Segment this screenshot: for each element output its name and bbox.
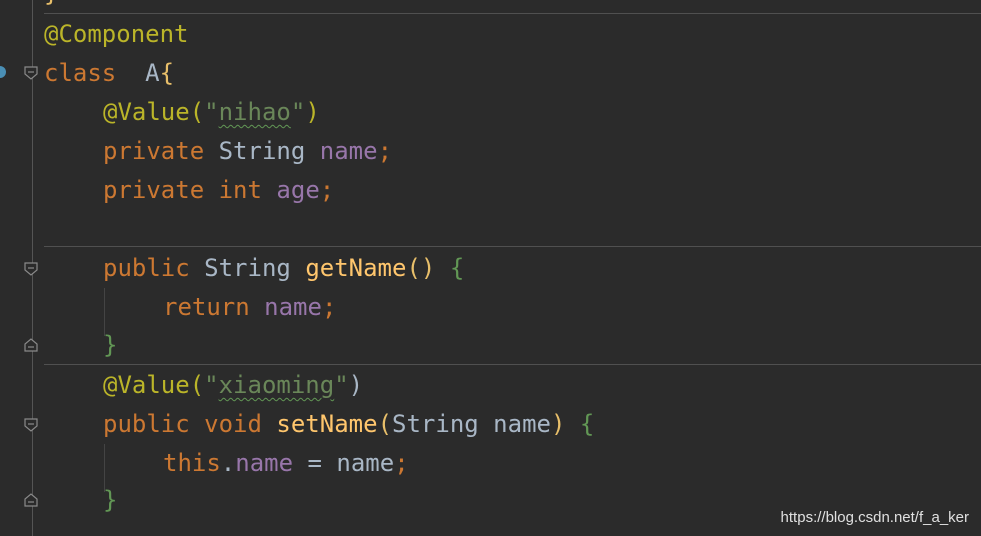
- code-line: public String getName() {: [103, 249, 464, 288]
- keyword-token: public: [103, 410, 190, 438]
- code-line: }: [103, 481, 117, 520]
- brace-token: {: [579, 410, 595, 438]
- method-name-token: getName: [305, 254, 407, 282]
- fold-close-icon[interactable]: [24, 493, 38, 507]
- keyword-token: this: [163, 449, 221, 477]
- semicolon-token: ;: [319, 176, 335, 204]
- paren-token: (): [406, 254, 436, 282]
- annotation-token: @Component: [44, 20, 189, 48]
- operator-token: =: [293, 449, 337, 477]
- code-line: public void setName(String name) {: [103, 405, 594, 444]
- string-token: nihao: [218, 98, 291, 126]
- annotation-token: ): [305, 98, 320, 126]
- type-token: String: [392, 410, 479, 438]
- param-token: name: [493, 410, 551, 438]
- paren-token: (: [377, 410, 393, 438]
- brace-token: {: [159, 59, 175, 87]
- keyword-token: private: [103, 137, 205, 165]
- code-token: }: [44, 0, 58, 7]
- string-token: xiaoming: [218, 371, 335, 399]
- field-token: name: [319, 137, 378, 165]
- fold-open-icon[interactable]: [24, 418, 38, 432]
- paren-token: ): [550, 410, 566, 438]
- brace-token: {: [449, 254, 465, 282]
- keyword-token: private: [103, 176, 205, 204]
- bean-marker-icon[interactable]: [0, 64, 6, 80]
- class-name-token: A: [145, 59, 160, 87]
- code-line: this.name = name;: [163, 444, 409, 483]
- code-line: @Value("nihao"): [103, 93, 320, 132]
- code-line: }: [103, 326, 117, 365]
- method-separator: [44, 13, 981, 14]
- field-token: name: [264, 293, 322, 321]
- dot-token: .: [220, 449, 236, 477]
- fold-open-icon[interactable]: [24, 66, 38, 80]
- code-line: return name;: [163, 288, 336, 327]
- keyword-token: void: [204, 410, 262, 438]
- code-editor[interactable]: } @Component class A{ @Value("nihao") pr…: [44, 0, 981, 536]
- keyword-token: public: [103, 254, 190, 282]
- code-line: private String name;: [103, 132, 392, 171]
- method-name-token: setName: [276, 410, 378, 438]
- fold-open-icon[interactable]: [24, 262, 38, 276]
- semicolon-token: ;: [377, 137, 393, 165]
- type-token: String: [218, 137, 306, 165]
- fold-close-icon[interactable]: [24, 338, 38, 352]
- keyword-token: return: [163, 293, 250, 321]
- method-separator: [44, 364, 981, 365]
- code-line: @Value("xiaoming"): [103, 366, 363, 405]
- string-token: ": [334, 371, 349, 399]
- param-token: name: [336, 449, 395, 477]
- type-token: int: [218, 176, 262, 204]
- editor-gutter: [0, 0, 41, 536]
- brace-token: }: [103, 331, 118, 359]
- code-line: }: [44, 0, 58, 13]
- keyword-token: class: [44, 59, 117, 87]
- annotation-token: @Value(: [103, 98, 205, 126]
- semicolon-token: ;: [394, 449, 409, 477]
- string-token: ": [204, 98, 219, 126]
- string-token: ": [290, 98, 306, 126]
- code-line: private int age;: [103, 171, 334, 210]
- annotation-token: ): [348, 371, 364, 399]
- code-line: class A{: [44, 54, 174, 93]
- annotation-token: @Value(: [103, 371, 205, 399]
- field-token: age: [276, 176, 320, 204]
- watermark: https://blog.csdn.net/f_a_ker: [780, 509, 969, 526]
- brace-token: }: [103, 486, 118, 514]
- code-line: @Component: [44, 15, 189, 54]
- string-token: ": [204, 371, 219, 399]
- semicolon-token: ;: [321, 293, 337, 321]
- field-token: name: [235, 449, 294, 477]
- type-token: String: [204, 254, 291, 282]
- method-separator: [44, 246, 981, 247]
